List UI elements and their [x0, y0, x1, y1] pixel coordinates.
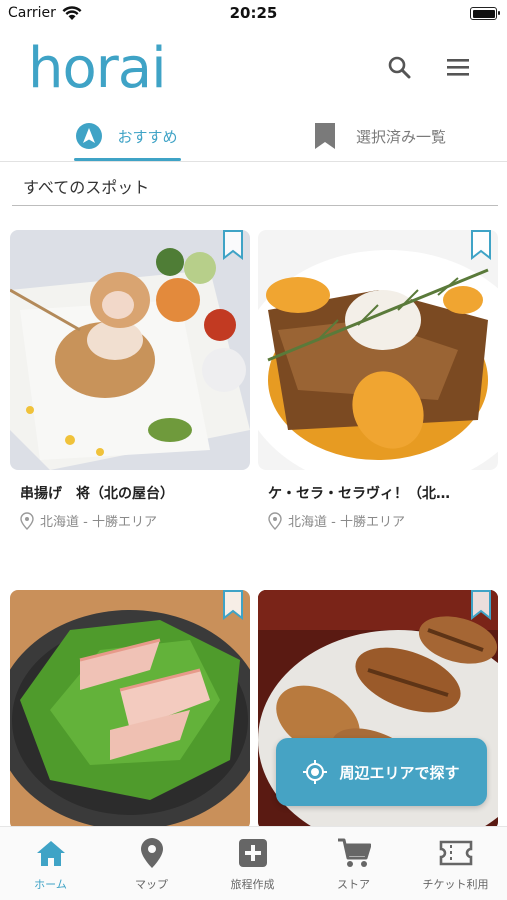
compass-icon [75, 122, 103, 150]
spot-location: 北海道 - 十勝エリア [20, 511, 250, 530]
nav-map[interactable]: マップ [101, 827, 202, 900]
spot-photo[interactable] [10, 590, 250, 830]
section-title: すべてのスポット [23, 178, 150, 197]
spot-photo[interactable] [258, 230, 498, 470]
status-time: 20:25 [229, 4, 278, 22]
battery-icon [470, 7, 500, 20]
locate-icon [303, 760, 328, 784]
search-nearby-label: 周辺エリアで探す [339, 763, 460, 782]
map-pin-icon [135, 836, 169, 870]
plus-square-icon [236, 836, 270, 870]
spot-card[interactable]: ケ・セラ・セラヴィ！（北… 北海道 - 十勝エリア [258, 230, 498, 530]
spot-location-label: 北海道 - 十勝エリア [288, 515, 405, 530]
bookmark-icon [314, 122, 342, 150]
spot-card[interactable] [258, 590, 498, 851]
tabs-divider [0, 161, 507, 162]
menu-icon [446, 57, 470, 81]
nav-home-label: ホーム [34, 878, 67, 891]
location-pin-icon [268, 511, 282, 530]
spot-name: ケ・セラ・セラヴィ！（北… [268, 486, 450, 502]
spot-photo[interactable] [10, 230, 250, 470]
search-icon [387, 55, 411, 83]
app-logo: horai [28, 36, 167, 101]
tab-selected-list-label: 選択済み一覧 [355, 127, 446, 146]
menu-button[interactable] [443, 54, 473, 84]
status-bar: Carrier 20:25 [0, 0, 507, 28]
app-header: horai [0, 28, 507, 110]
home-icon [34, 836, 68, 870]
nav-ticket-label: チケット利用 [422, 878, 489, 891]
spot-location: 北海道 - 十勝エリア [268, 511, 498, 530]
spot-name: 串揚げ 将（北の屋台） [20, 486, 174, 502]
nav-home[interactable]: ホーム [0, 827, 101, 900]
nav-itinerary-label: 旅程作成 [230, 878, 275, 891]
nav-ticket[interactable]: チケット利用 [404, 827, 507, 900]
nav-store[interactable]: ストア [303, 827, 404, 900]
search-button[interactable] [384, 54, 414, 84]
location-pin-icon [20, 511, 34, 530]
bottom-nav: ホーム マップ 旅程作成 ストア チケット利用 [0, 826, 507, 900]
tab-bar: おすすめ 選択済み一覧 [0, 110, 507, 162]
nav-store-label: ストア [337, 878, 370, 891]
cart-icon [337, 836, 371, 870]
spot-card[interactable]: 串揚げ 将（北の屋台） 北海道 - 十勝エリア [10, 230, 250, 530]
bookmark-icon[interactable] [470, 590, 492, 620]
nav-itinerary[interactable]: 旅程作成 [202, 827, 303, 900]
bookmark-icon[interactable] [222, 230, 244, 260]
ticket-icon [439, 836, 473, 870]
bookmark-icon[interactable] [222, 590, 244, 620]
bookmark-icon[interactable] [470, 230, 492, 260]
tab-selected-list[interactable]: 選択済み一覧 [253, 110, 507, 162]
search-nearby-button[interactable]: 周辺エリアで探す [276, 738, 487, 806]
section-divider [12, 205, 498, 206]
spot-location-label: 北海道 - 十勝エリア [40, 515, 157, 530]
spot-card[interactable] [10, 590, 250, 851]
nav-map-label: マップ [135, 878, 168, 891]
tab-recommended[interactable]: おすすめ [0, 110, 253, 162]
tab-recommended-label: おすすめ [117, 127, 178, 146]
